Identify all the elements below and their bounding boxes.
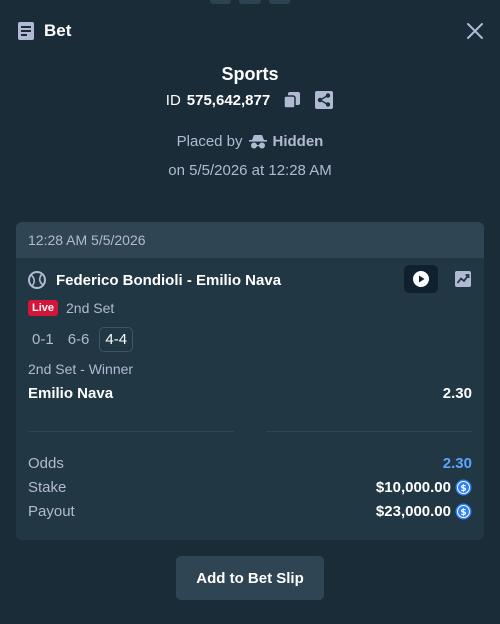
bet-slip-icon: [18, 22, 34, 40]
bet-id-label: ID: [165, 91, 181, 109]
set-scores: 0-1 6-6 4-4: [28, 327, 134, 352]
bet-detail-card: 12:28 AM 5/5/2026 Federico Bondioli - Em…: [16, 222, 484, 540]
bet-id-value: 575,642,877: [186, 91, 271, 109]
selection-name: Emilio Nava: [28, 385, 114, 402]
match-title[interactable]: Federico Bondioli - Emilio Nava: [56, 272, 281, 289]
placed-by-label: Placed by: [176, 133, 243, 150]
card-timestamp: 12:28 AM 5/5/2026: [16, 222, 484, 258]
current-set: 2nd Set: [66, 300, 115, 316]
bet-id-row: ID 575,642,877: [0, 90, 500, 110]
market-name: 2nd Set - Winner: [28, 361, 134, 377]
currency-coin-icon: $: [455, 479, 472, 496]
set-score: 0-1: [32, 331, 54, 348]
close-icon[interactable]: [466, 22, 484, 40]
set-score: 6-6: [67, 331, 90, 348]
stake-label: Stake: [28, 479, 67, 496]
odds-row: Odds 2.30: [28, 455, 472, 472]
payout-value: $23,000.00: [375, 503, 451, 520]
placed-by-row: Placed by Hidden: [0, 133, 500, 150]
payout-label: Payout: [28, 503, 75, 520]
live-stream-button[interactable]: [404, 265, 438, 293]
payout-row: Payout $23,000.00 $: [28, 503, 472, 520]
stake-amount: $10,000.00 $: [376, 479, 472, 496]
live-badge: Live: [28, 300, 59, 316]
tennis-ball-icon: [28, 271, 46, 289]
selection-row: Emilio Nava 2.30: [28, 385, 472, 402]
divider: [266, 431, 472, 432]
card-timestamp-text: 12:28 AM 5/5/2026: [28, 232, 146, 248]
add-to-bet-slip-button[interactable]: Add to Bet Slip: [176, 556, 324, 600]
match-row: Federico Bondioli - Emilio Nava: [28, 265, 472, 293]
incognito-icon: [248, 134, 267, 148]
currency-coin-icon: $: [455, 503, 472, 520]
selection-odds: 2.30: [442, 385, 472, 402]
copy-icon[interactable]: [282, 90, 302, 110]
payout-amount: $23,000.00 $: [376, 503, 472, 520]
odds-value: 2.30: [442, 455, 472, 472]
chart-icon[interactable]: [454, 270, 472, 288]
share-icon[interactable]: [314, 90, 334, 110]
modal-header: Bet: [0, 0, 500, 62]
svg-text:$: $: [460, 484, 466, 494]
modal-title: Bet: [44, 21, 72, 40]
current-set-score: 4-4: [99, 327, 134, 352]
placed-date: on 5/5/2026 at 12:28 AM: [168, 162, 332, 179]
placed-by-user: Hidden: [272, 133, 324, 150]
stake-value: $10,000.00: [375, 479, 451, 496]
stake-row: Stake $10,000.00 $: [28, 479, 472, 496]
divider: [28, 431, 234, 432]
svg-text:$: $: [460, 508, 466, 518]
bet-category: Sports: [221, 64, 279, 84]
play-icon: [413, 271, 429, 287]
live-status-row: Live 2nd Set: [28, 300, 114, 316]
odds-label: Odds: [28, 455, 64, 472]
